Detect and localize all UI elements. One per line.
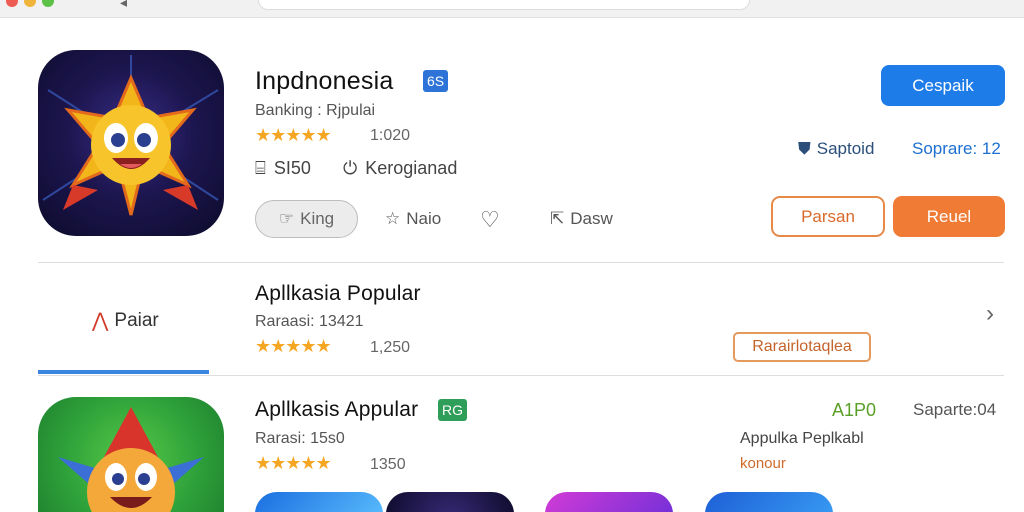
orange-button[interactable]: Reuel — [893, 196, 1005, 237]
outline-button[interactable]: Parsan — [771, 196, 885, 237]
rating-stars: ★★★★★ — [255, 453, 332, 473]
rating-count: 1:020 — [370, 127, 411, 144]
tag-pill[interactable]: ☞ King — [255, 200, 358, 238]
minimize-window-button[interactable] — [24, 0, 36, 7]
tab-active-indicator — [38, 370, 209, 374]
section-subtitle: Raraasi: 13421 — [255, 313, 364, 330]
chevron-right-icon[interactable]: › — [986, 300, 994, 328]
section-title[interactable]: Apllkasia Popular — [255, 282, 421, 306]
app-badge: RG — [438, 399, 467, 421]
thumbnail-2[interactable] — [386, 492, 514, 512]
rating-count: 1,250 — [370, 339, 411, 356]
rating-stars: ★★★★★ — [255, 125, 332, 145]
app-size: ⌸ SI50 — [255, 158, 311, 179]
star-outline-icon: ☆ — [385, 209, 401, 228]
side-text: Appulka Peplkabl — [740, 430, 864, 447]
download-label: Kerogianad — [365, 158, 458, 178]
app-icon-gnome-mascot[interactable] — [38, 397, 224, 512]
update-value: Saparte:04 — [913, 400, 997, 419]
trend-icon: ⋀ — [92, 310, 109, 332]
divider — [38, 262, 1004, 263]
download-info: ⏻ Kerogianad — [343, 158, 457, 179]
app-category: Banking : Rjpulai — [255, 102, 376, 119]
share-icon: ⇱ — [550, 209, 565, 228]
rating-count: 1350 — [370, 456, 406, 473]
maximize-window-button[interactable] — [42, 0, 54, 7]
thumbnail-3[interactable] — [545, 492, 673, 512]
divider — [38, 375, 1004, 376]
window-titlebar: ◂ — [0, 0, 1024, 18]
thumbnail-4[interactable] — [705, 492, 833, 512]
power-icon: ⏻ — [343, 158, 358, 178]
app-subtitle: Rarasi: 15s0 — [255, 430, 345, 447]
support-right[interactable]: Soprare: 12 — [912, 139, 1001, 159]
side-link[interactable]: konour — [740, 455, 786, 472]
app-title[interactable]: Inpdnonesia — [255, 67, 393, 96]
primary-button[interactable]: Cespaik — [881, 65, 1005, 106]
size-icon: ⌸ — [255, 158, 266, 178]
share-label: Dasw — [570, 209, 613, 228]
version-value: A1P0 — [832, 400, 877, 420]
support-left-label: Saptoid — [816, 139, 875, 158]
tab-label: Paiar — [114, 309, 159, 331]
tag-pill-label: King — [300, 209, 335, 228]
share-action[interactable]: ⇱ Dasw — [550, 209, 613, 229]
hand-icon: ☞ — [278, 209, 295, 228]
person-icon: ⛊ — [798, 139, 811, 158]
favorite-action[interactable]: ☆ Naio — [385, 209, 441, 229]
favorite-label: Naio — [406, 209, 442, 228]
support-left[interactable]: ⛊ Saptoid — [798, 139, 874, 159]
app-badge: 6S — [423, 70, 449, 92]
back-icon[interactable]: ◂ — [120, 0, 127, 11]
app-title[interactable]: Apllkasis Appular — [255, 398, 418, 422]
rating-stars: ★★★★★ — [255, 336, 332, 356]
app-icon-star-mascot[interactable] — [38, 50, 224, 236]
address-bar[interactable] — [258, 0, 750, 10]
category-tag[interactable]: Rarairlotaqlea — [733, 332, 871, 362]
size-value: SI50 — [273, 158, 311, 178]
tab-popular[interactable]: ⋀ Paiar — [92, 308, 159, 333]
close-window-button[interactable] — [6, 0, 18, 7]
thumbnail-1[interactable] — [255, 492, 383, 512]
heart-icon[interactable]: ♡ — [480, 207, 500, 233]
